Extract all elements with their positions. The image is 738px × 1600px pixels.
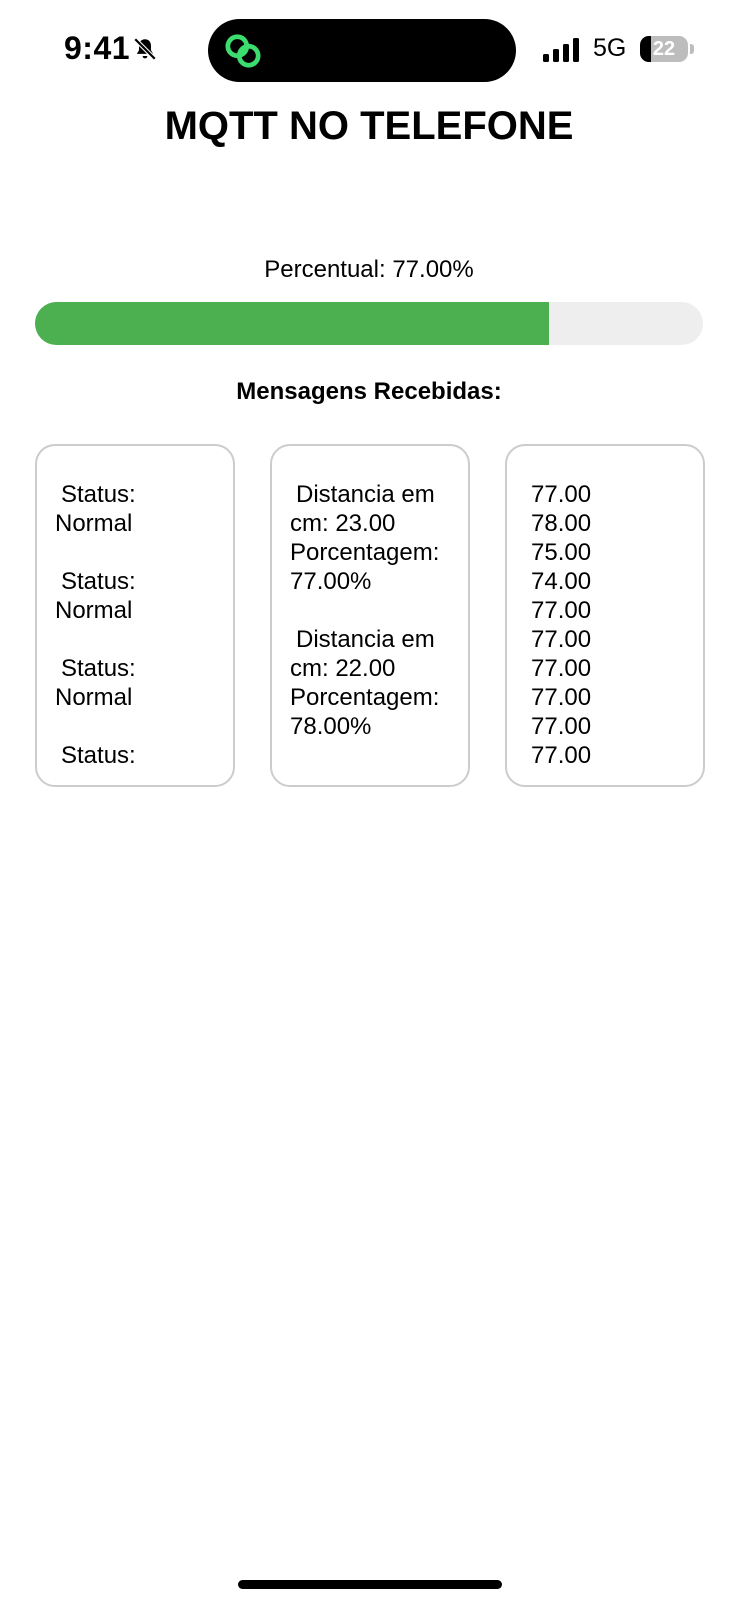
battery-level: 22 [652, 38, 676, 60]
status-entry: Status: Normal [55, 480, 215, 538]
distance-entry: Distancia em cm: 22.00 Porcentagem: 78.00… [290, 625, 450, 741]
value-item: 77.00 [531, 684, 592, 711]
distance-text: Distancia em cm: 22.00 [290, 626, 435, 682]
battery-tip [690, 44, 694, 54]
percentage-text: Porcentagem: 78.00% [290, 684, 440, 740]
status-entry: Status: [55, 741, 215, 770]
status-value: Normal [55, 597, 133, 624]
status-entry: Status: Normal [55, 567, 215, 625]
value-item: 77.00 [531, 481, 592, 508]
distance-entry: Distancia em cm: 23.00 Porcentagem: 77.00… [290, 480, 450, 596]
battery-icon: 22 [640, 36, 688, 62]
message-cards: Status: Normal Status: Normal Status: Normal S… [35, 444, 705, 787]
link-icon [225, 34, 261, 68]
values-card[interactable]: 77.00 78.00 75.00 74.00 77.00 77.00 77.00 77.00… [505, 444, 705, 787]
value-item: 77.00 [531, 597, 592, 624]
status-label: Status: [61, 568, 136, 595]
value-item: 77.00 [531, 626, 592, 653]
status-entry: Status: Normal [55, 654, 215, 712]
distance-card[interactable]: Distancia em cm: 23.00 Porcentagem: 77.00… [270, 444, 470, 787]
status-card[interactable]: Status: Normal Status: Normal Status: Normal S… [35, 444, 235, 787]
home-indicator[interactable] [238, 1580, 502, 1589]
status-label: Status: [61, 655, 136, 682]
progress-bar [35, 302, 703, 345]
network-type: 5G [593, 34, 627, 62]
clock-time: 9:41 [64, 30, 131, 66]
distance-text: Distancia em cm: 23.00 [290, 481, 435, 537]
value-item: 77.00 [531, 742, 592, 769]
value-item: 74.00 [531, 568, 592, 595]
dynamic-island [208, 19, 516, 82]
status-value: Normal [55, 684, 133, 711]
signal-icon [543, 38, 579, 62]
value-item: 77.00 [531, 713, 592, 740]
status-label: Status: [61, 742, 136, 769]
status-label: Status: [61, 481, 136, 508]
status-bar: 9:41 5G 22 [0, 0, 738, 100]
bell-muted-icon [133, 37, 157, 61]
value-item: 78.00 [531, 510, 592, 537]
percentage-text: Porcentagem: 77.00% [290, 539, 440, 595]
progress-fill [35, 302, 550, 345]
status-value: Normal [55, 510, 133, 537]
messages-heading: Mensagens Recebidas: [236, 378, 502, 405]
page-title: MQTT NO TELEFONE [164, 104, 574, 148]
percent-label: Percentual: 77.00% [264, 256, 474, 283]
value-item: 75.00 [531, 539, 592, 566]
value-item: 77.00 [531, 655, 592, 682]
